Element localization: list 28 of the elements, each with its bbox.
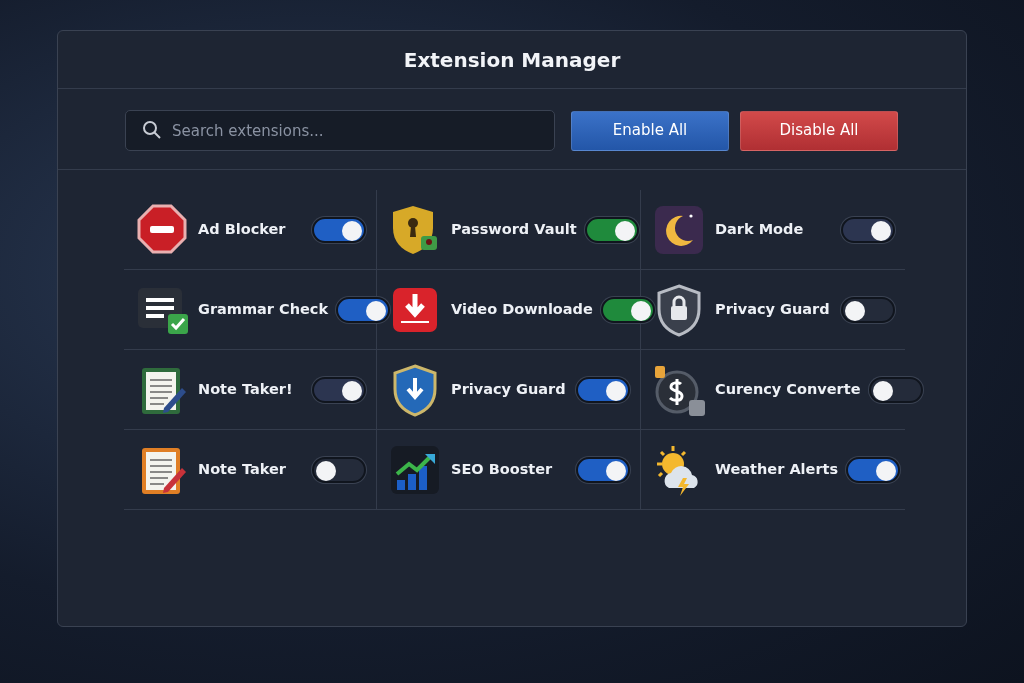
toggle-switch[interactable] xyxy=(600,296,655,323)
toggle-switch[interactable] xyxy=(576,376,630,403)
extension-name: Ad Blocker xyxy=(198,219,287,239)
extension-name: Grammar Check xyxy=(198,299,329,319)
extension-name: Weather Alerts xyxy=(715,459,839,479)
extension-name: Note Taker! xyxy=(198,379,294,399)
toggle-switch[interactable] xyxy=(312,216,366,243)
toggle-switch[interactable] xyxy=(841,216,895,243)
toggle-switch[interactable] xyxy=(336,296,391,323)
toggle-switch[interactable] xyxy=(846,456,901,483)
extension-name: Curency Converte xyxy=(715,379,861,399)
extension-name: Note Taker xyxy=(198,459,287,479)
extension-name: Video Downloade xyxy=(451,299,593,319)
enable-all-button[interactable]: Enable All xyxy=(571,110,729,151)
extension-name: Privacy Guard xyxy=(715,299,831,319)
toggle-switch[interactable] xyxy=(312,456,366,483)
extension-name: Dark Mode xyxy=(715,219,805,239)
window-title: Extension Manager xyxy=(403,46,621,74)
extension-name: SEO Booster xyxy=(451,459,554,479)
toggle-switch[interactable] xyxy=(841,296,895,323)
toggle-switch[interactable] xyxy=(576,456,630,483)
disable-all-button[interactable]: Disable All xyxy=(740,110,898,151)
search-field[interactable]: Search extensions... xyxy=(125,110,555,151)
extension-name: Password Vault xyxy=(451,219,577,239)
toggle-switch[interactable] xyxy=(584,216,639,243)
toggle-switch[interactable] xyxy=(312,376,366,403)
toggle-switch[interactable] xyxy=(868,376,923,403)
extension-name: Privacy Guard xyxy=(451,379,567,399)
